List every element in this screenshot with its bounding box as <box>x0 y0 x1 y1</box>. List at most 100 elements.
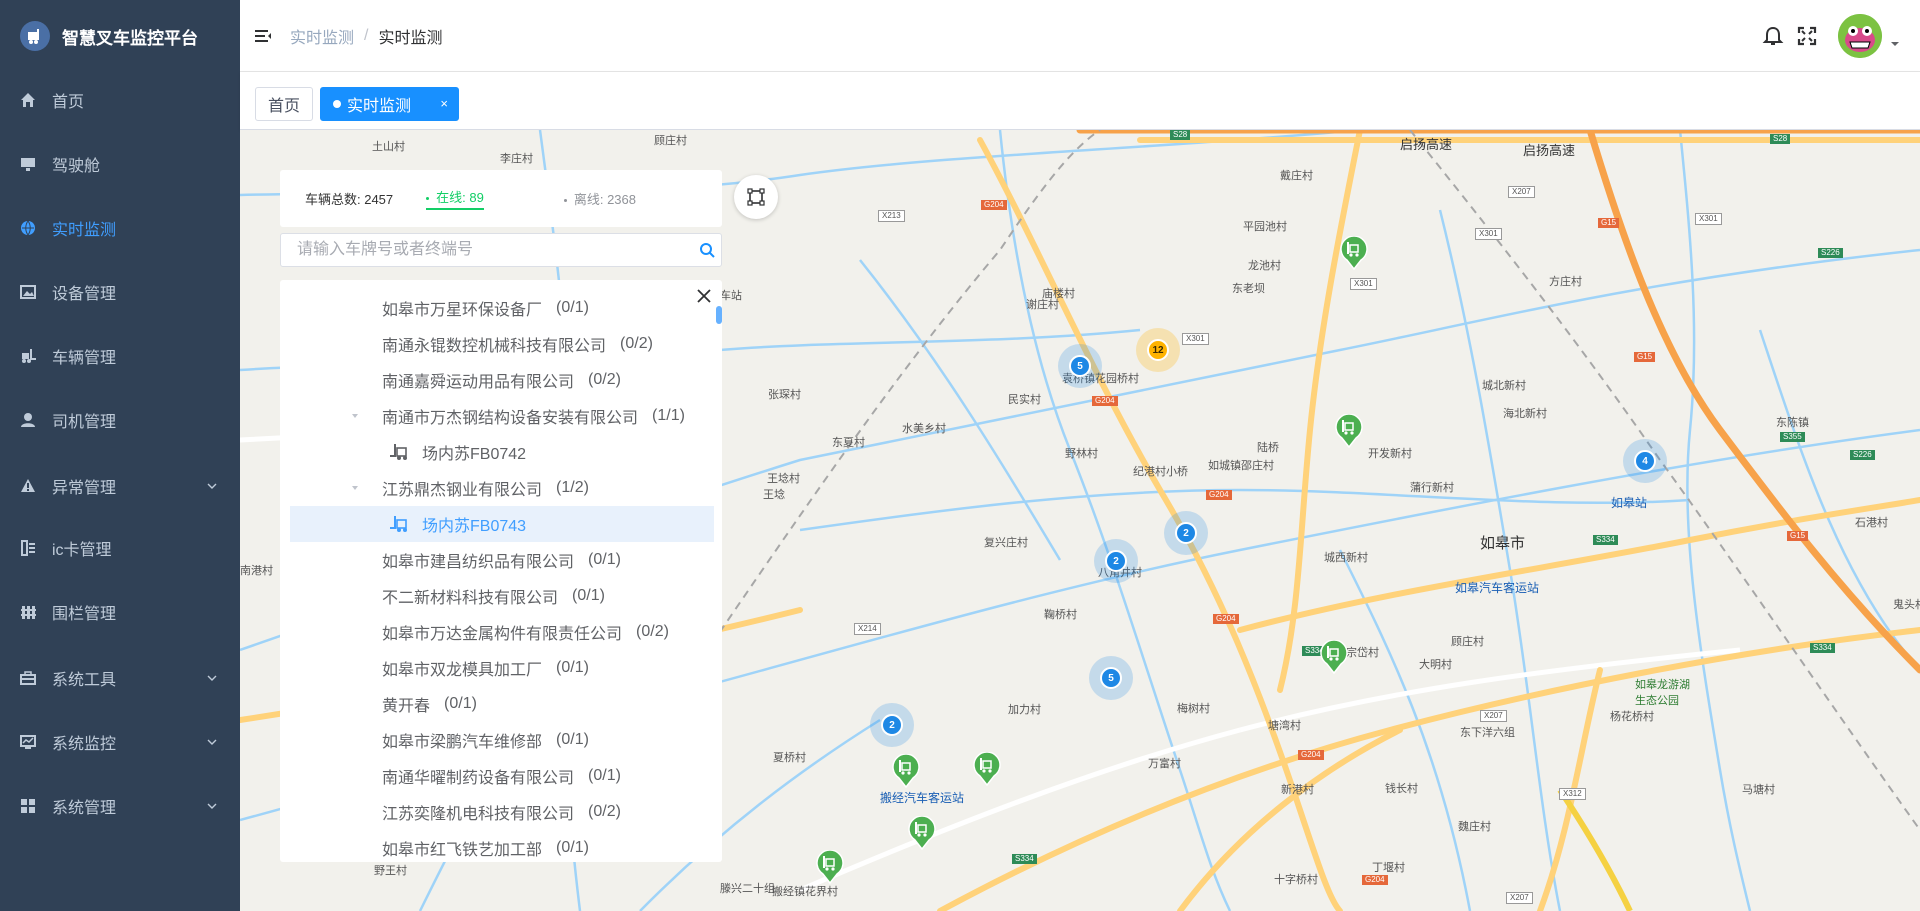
tree-vehicle-node[interactable]: 场内苏FB0742 <box>290 434 714 470</box>
road-badge: X207 <box>1506 892 1533 904</box>
forklift-icon <box>20 348 36 364</box>
sidebar-item-2[interactable]: 实时监测 <box>0 196 240 260</box>
user-avatar[interactable] <box>1838 14 1882 58</box>
search-icon[interactable] <box>699 242 715 258</box>
breadcrumb-link[interactable]: 实时监测 <box>290 24 354 48</box>
hamburger-icon[interactable] <box>254 27 272 45</box>
vehicle-cluster[interactable]: 12 <box>1136 328 1180 372</box>
vehicle-cluster[interactable]: 2 <box>1164 511 1208 555</box>
tree-company-node[interactable]: 如皋市红飞铁艺加工部 (0/1) <box>290 830 714 862</box>
vehicle-marker-icon[interactable] <box>1334 414 1364 448</box>
vehicle-cluster[interactable]: 5 <box>1089 656 1133 700</box>
sidebar-item-7[interactable]: ic卡管理 <box>0 516 240 580</box>
vehicle-marker-icon[interactable] <box>1319 640 1349 674</box>
tree-company-node[interactable]: 南通嘉舜运动用品有限公司 (0/2) <box>290 362 714 398</box>
place-label: 戴庄村 <box>1280 170 1313 182</box>
sidebar-item-11[interactable]: 系统管理 <box>0 774 240 838</box>
tree-company-node[interactable]: 不二新材料科技有限公司 (0/1) <box>290 578 714 614</box>
vehicle-cluster[interactable]: 2 <box>1094 539 1138 583</box>
search-input[interactable] <box>281 234 681 266</box>
tree-company-node[interactable]: 南通市万杰钢结构设备安装有限公司 (1/1) <box>290 398 714 434</box>
sidebar: 智慧叉车监控平台 首页 驾驶舱 实时监测设备管理车辆管理 司机管理 异常管理 ic卡管理围… <box>0 0 240 911</box>
place-label: 十字桥村 <box>1274 874 1318 886</box>
sidebar-item-label: 系统管理 <box>52 800 117 817</box>
place-label: 王埝村 <box>767 473 800 485</box>
vehicle-marker-icon[interactable] <box>891 754 921 788</box>
place-label: 鞠桥村 <box>1044 609 1077 621</box>
cluster-count: 2 <box>1105 550 1127 572</box>
vehicle-stats-bar: 车辆总数: 2457 在线: 89 离线: 2368 <box>280 170 722 227</box>
road-badge: S334 <box>1593 535 1618 545</box>
tree-node-count: (1/2) <box>556 479 589 496</box>
draw-rectangle-button[interactable] <box>734 175 778 219</box>
tag-active-dot <box>333 100 341 108</box>
road-badge: X301 <box>1475 228 1502 240</box>
place-label: 陆桥 <box>1257 442 1279 454</box>
vehicle-marker-icon[interactable] <box>815 850 845 884</box>
tree-company-node[interactable]: 南通华曜制药设备有限公司 (0/1) <box>290 758 714 794</box>
tree-company-node[interactable]: 南通永锟数控机械科技有限公司 (0/2) <box>290 326 714 362</box>
tree-node-label: 南通华曜制药设备有限公司 <box>382 770 575 787</box>
fullscreen-icon[interactable] <box>1796 25 1818 47</box>
tag-close-icon[interactable]: × <box>440 96 448 111</box>
tree-company-node[interactable]: 江苏鼎杰钢业有限公司 (1/2) <box>290 470 714 506</box>
tree-vehicle-node[interactable]: 场内苏FB0743 <box>290 506 714 542</box>
road-badge: S334 <box>1012 854 1037 864</box>
breadcrumb-current: 实时监测 <box>378 29 443 47</box>
road-badge: S334 <box>1810 643 1835 653</box>
tree-expand-icon[interactable] <box>350 411 360 421</box>
select-area-icon <box>747 188 765 206</box>
place-label: 纪港村小桥 <box>1133 466 1188 478</box>
vehicle-cluster[interactable]: 2 <box>870 703 914 747</box>
stat-total[interactable]: 车辆总数: 2457 <box>305 189 393 208</box>
vehicle-marker-icon[interactable] <box>907 816 937 850</box>
sidebar-item-6[interactable]: 异常管理 <box>0 454 240 518</box>
bell-icon[interactable] <box>1762 25 1784 47</box>
tree-company-node[interactable]: 如皋市万星环保设备厂 (0/1) <box>290 290 714 326</box>
road-badge: S355 <box>1780 432 1805 442</box>
tags-view: 首页 实时监测 × <box>240 72 1920 130</box>
app-title: 智慧叉车监控平台 <box>62 28 198 48</box>
sidebar-item-8[interactable]: 围栏管理 <box>0 580 240 644</box>
tree-expand-icon[interactable] <box>350 483 360 493</box>
place-label: 夏桥村 <box>773 752 806 764</box>
place-label: 马塘村 <box>1742 784 1775 796</box>
tree-company-node[interactable]: 如皋市建昌纺织品有限公司 (0/1) <box>290 542 714 578</box>
sidebar-item-0[interactable]: 首页 <box>0 68 240 132</box>
stat-online[interactable]: 在线: 89 <box>426 187 484 210</box>
place-label: 新港村 <box>1281 784 1314 796</box>
tree-node-label: 江苏鼎杰钢业有限公司 <box>382 482 543 499</box>
sidebar-item-label: 设备管理 <box>52 286 117 303</box>
sidebar-item-4[interactable]: 车辆管理 <box>0 324 240 388</box>
globe-icon <box>20 220 36 236</box>
tree-company-node[interactable]: 如皋市万达金属构件有限责任公司 (0/2) <box>290 614 714 650</box>
tag-realtime-monitor[interactable]: 实时监测 × <box>320 87 459 121</box>
sidebar-item-label: ic卡管理 <box>52 542 112 559</box>
place-label: 野王村 <box>374 865 407 877</box>
sidebar-item-1[interactable]: 驾驶舱 <box>0 132 240 196</box>
tree-node-count: (0/1) <box>588 551 621 568</box>
vehicle-marker-icon[interactable] <box>1339 236 1369 270</box>
tag-home[interactable]: 首页 <box>255 87 314 121</box>
caret-down-icon[interactable] <box>1890 39 1900 49</box>
road-badge: G15 <box>1598 218 1620 228</box>
tree-node-label: 场内苏FB0743 <box>422 518 527 535</box>
sidebar-item-3[interactable]: 设备管理 <box>0 260 240 324</box>
vehicle-cluster[interactable]: 5 <box>1058 344 1102 388</box>
tree-company-node[interactable]: 江苏奕隆机电科技有限公司 (0/2) <box>290 794 714 830</box>
vehicle-marker-icon[interactable] <box>972 752 1002 786</box>
app-logo[interactable]: 智慧叉车监控平台 <box>0 0 240 72</box>
place-label: 车站 <box>720 290 742 302</box>
sidebar-item-10[interactable]: 系统监控 <box>0 710 240 774</box>
tree-company-node[interactable]: 黄开春 (0/1) <box>290 686 714 722</box>
road-badge: G204 <box>1092 396 1118 406</box>
sidebar-item-5[interactable]: 司机管理 <box>0 388 240 452</box>
sidebar-item-9[interactable]: 系统工具 <box>0 646 240 710</box>
tree-scrollbar[interactable] <box>716 306 722 324</box>
tree-company-node[interactable]: 如皋市梁鹏汽车维修部 (0/1) <box>290 722 714 758</box>
stat-offline[interactable]: 离线: 2368 <box>563 189 636 208</box>
tree-company-node[interactable]: 如皋市双龙模具加工厂 (0/1) <box>290 650 714 686</box>
vehicle-cluster[interactable]: 4 <box>1623 439 1667 483</box>
tree-node-count: (0/1) <box>556 839 589 856</box>
place-label: 如皋站 <box>1611 496 1648 510</box>
